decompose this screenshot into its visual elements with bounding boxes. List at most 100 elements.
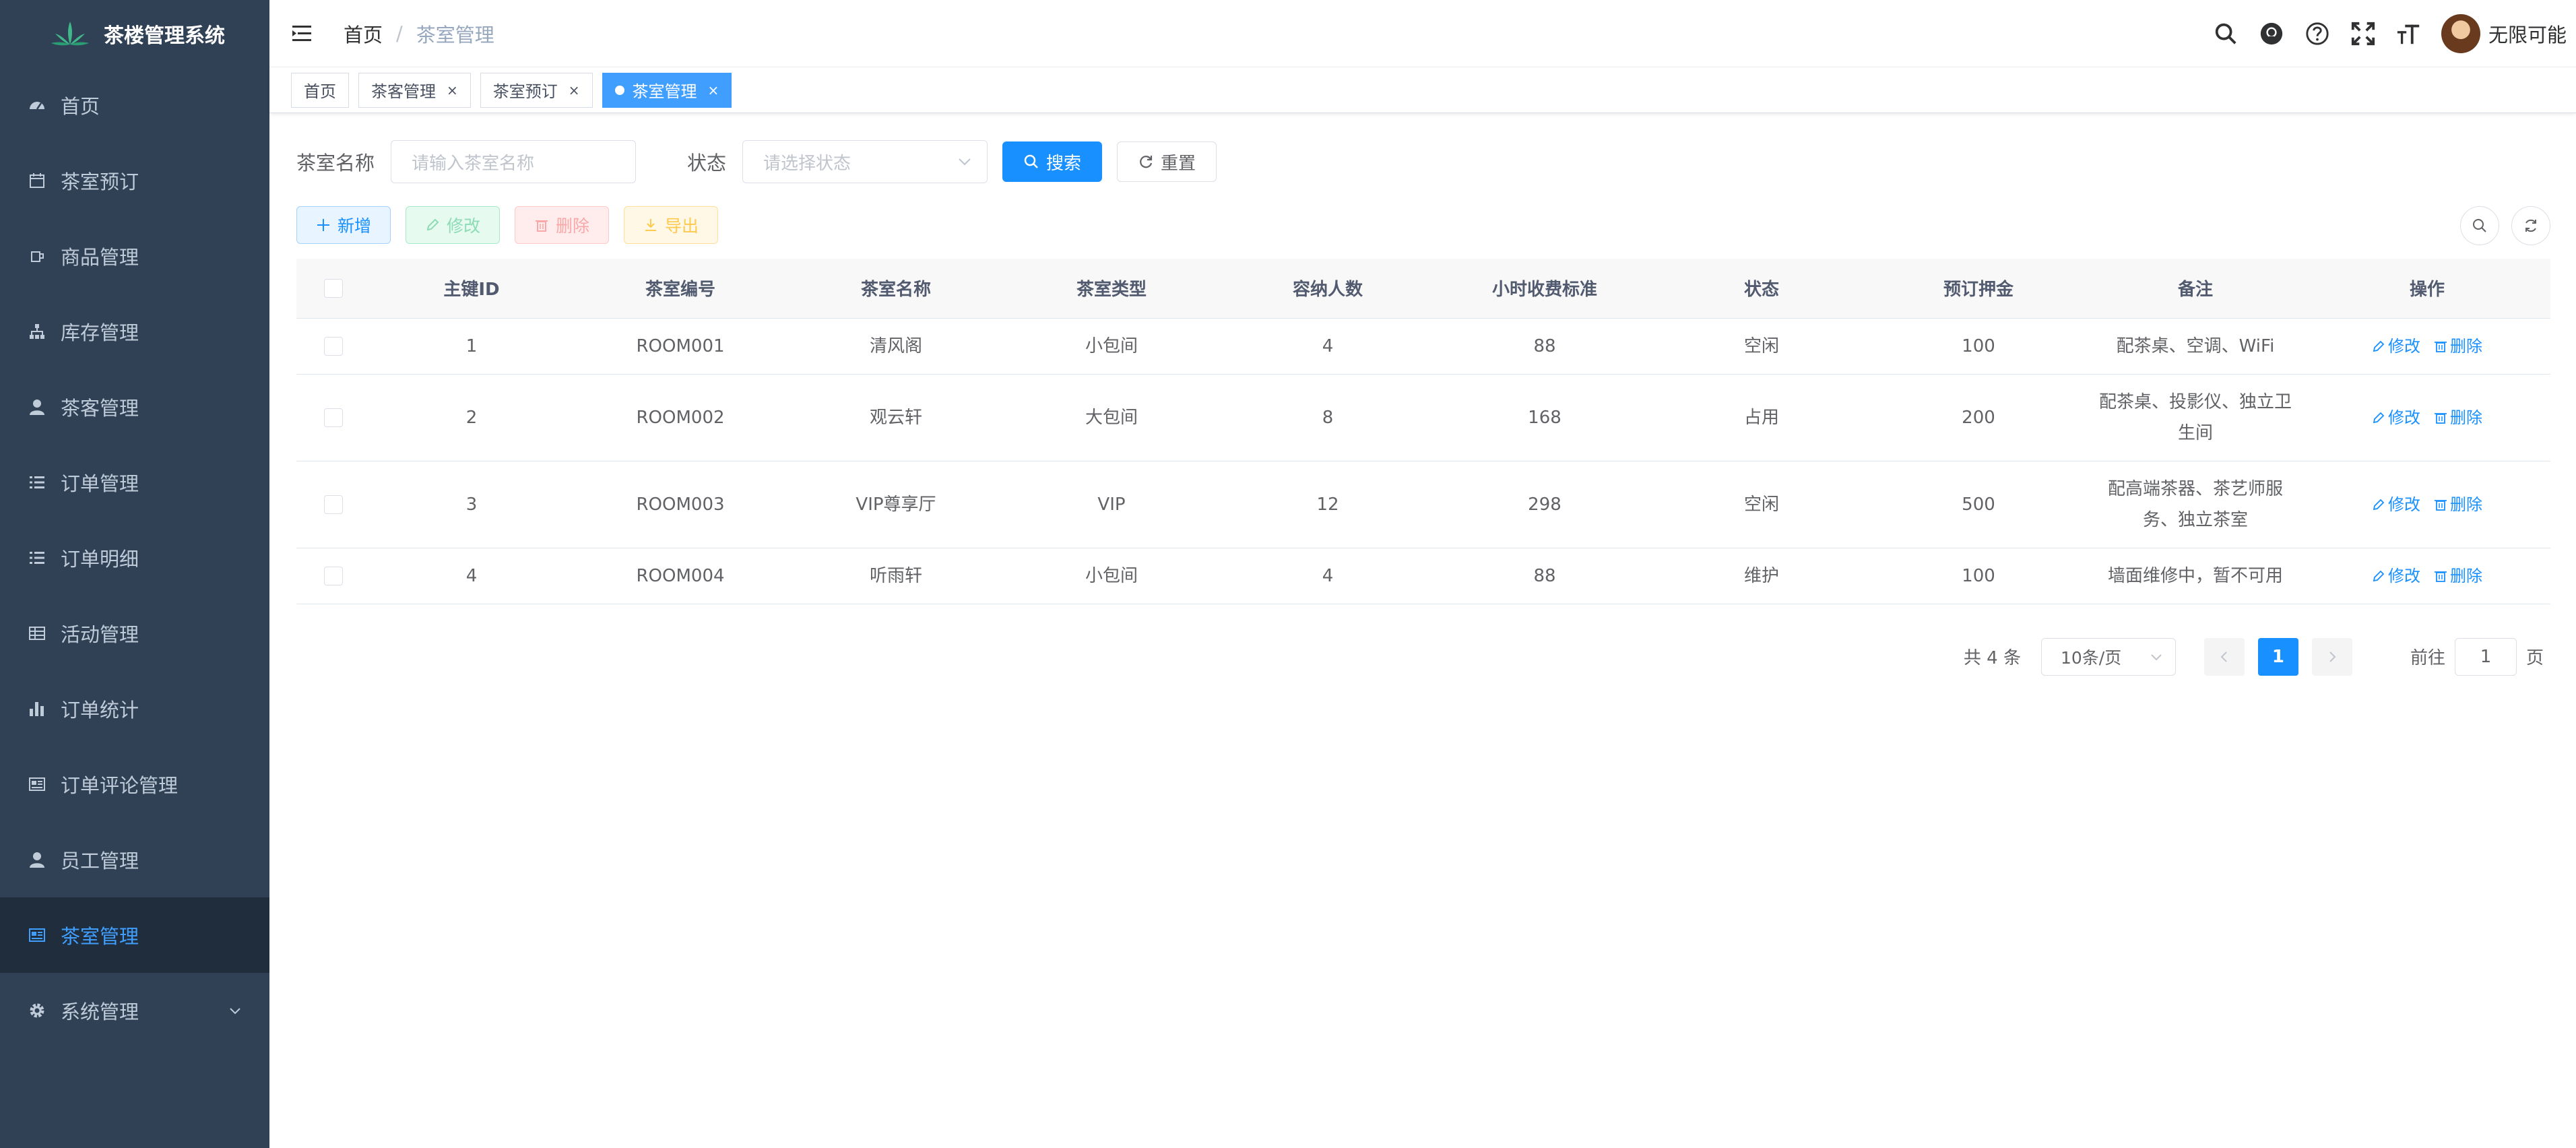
sidebar-item-10[interactable]: 订单评论管理 (0, 746, 269, 822)
question-icon[interactable] (2304, 20, 2331, 47)
row-edit-link[interactable]: 修改 (2372, 337, 2420, 356)
tag-label: 茶室管理 (632, 82, 697, 101)
chevron-left-icon (2220, 651, 2227, 662)
sidebar-item-7[interactable]: 订单明细 (0, 520, 269, 596)
row-delete-link[interactable]: 删除 (2434, 337, 2482, 356)
refresh-button[interactable] (2511, 206, 2550, 245)
row-delete-link[interactable]: 删除 (2434, 495, 2482, 514)
tag-3[interactable]: 茶室预订 × (480, 72, 593, 108)
trash-icon (2435, 412, 2447, 424)
breadcrumb-home[interactable]: 首页 (344, 20, 383, 48)
table-row[interactable]: 2 ROOM002 观云轩 大包间 8 168 占用 200 配茶桌、投影仪、独立卫生间 修改 删除 (296, 374, 2550, 461)
github-icon[interactable] (2258, 20, 2285, 47)
delete-button[interactable]: 删除 (515, 206, 610, 244)
row-checkbox[interactable] (324, 495, 343, 514)
close-icon[interactable]: × (569, 82, 580, 98)
search-form: 茶室名称 请输入茶室名称 状态 请选择状态 搜索 重置 (296, 140, 2550, 183)
table-cell: VIP (1004, 461, 1219, 548)
page-number[interactable]: 1 (2257, 637, 2298, 676)
table-cell: 4 (371, 548, 573, 604)
sidebar-item-5[interactable]: 茶客管理 (0, 369, 269, 445)
select-all-checkbox[interactable] (324, 279, 343, 298)
search-icon[interactable] (2212, 20, 2239, 47)
sidebar-item-3[interactable]: 商品管理 (0, 218, 269, 294)
add-button[interactable]: 新增 (296, 206, 391, 244)
row-edit-link[interactable]: 修改 (2372, 408, 2420, 427)
avatar[interactable] (2441, 14, 2480, 53)
column-header: 主键ID (371, 259, 573, 319)
sidebar-item-6[interactable]: 订单管理 (0, 445, 269, 520)
goods-icon (27, 246, 47, 266)
tag-2[interactable]: 茶客管理 × (358, 72, 471, 108)
table-cell: 1 (371, 318, 573, 375)
pagination-total: 共 4 条 (1963, 648, 2021, 668)
sidebar-item-2[interactable]: 茶室预订 (0, 143, 269, 218)
calendar-icon (27, 170, 47, 191)
table-cell: 小包间 (1004, 318, 1219, 375)
row-checkbox[interactable] (324, 337, 343, 356)
sidebar-item-1[interactable]: 首页 (0, 67, 269, 143)
page-size-select[interactable]: 10条/页 (2040, 637, 2176, 676)
goto-page-input[interactable]: 1 (2454, 637, 2517, 676)
search-button-label: 搜索 (1046, 153, 1082, 174)
row-checkbox[interactable] (324, 567, 343, 585)
column-header: 小时收费标准 (1436, 259, 1653, 319)
sidebar-item-9[interactable]: 订单统计 (0, 671, 269, 746)
row-delete-link[interactable]: 删除 (2434, 567, 2482, 585)
logo[interactable]: 茶楼管理系统 (0, 0, 269, 67)
font-size-icon[interactable] (2395, 20, 2422, 47)
edit-icon (426, 218, 439, 231)
edit-button[interactable]: 修改 (406, 206, 501, 244)
table-row[interactable]: 3 ROOM003 VIP尊享厅 VIP 12 298 空闲 500 配高端茶器、茶艺师服务、独… (296, 461, 2550, 548)
next-page-button[interactable] (2311, 637, 2352, 676)
row-checkbox-cell (296, 318, 371, 375)
hamburger-icon[interactable] (290, 20, 317, 47)
column-header: 茶室类型 (1004, 259, 1219, 319)
sidebar-menu: 首页茶室预订商品管理库存管理 茶客管理 订单管理 订单明细 活动管理 订单统计 订单评论管理… (0, 67, 269, 1048)
list-icon (27, 548, 47, 568)
close-icon[interactable]: × (708, 82, 719, 98)
tag-label: 茶客管理 (371, 82, 436, 101)
sidebar-item-label: 商品管理 (61, 246, 139, 269)
edit-icon (2373, 499, 2385, 510)
form-icon (27, 925, 47, 945)
tag-1[interactable]: 首页 (291, 72, 349, 108)
row-edit-link[interactable]: 修改 (2372, 567, 2420, 585)
room-name-input[interactable]: 请输入茶室名称 (391, 140, 637, 183)
row-checkbox[interactable] (324, 408, 343, 427)
export-button[interactable]: 导出 (624, 206, 719, 244)
sidebar-item-13[interactable]: 系统管理 (0, 973, 269, 1048)
status-select[interactable]: 请选择状态 (742, 140, 988, 183)
remark-text: 配高端茶器、茶艺师服务、独立茶室 (2107, 478, 2283, 530)
sidebar-item-12[interactable]: 茶室管理 (0, 897, 269, 973)
actions-cell: 修改 删除 (2304, 318, 2550, 375)
sidebar-item-4[interactable]: 库存管理 (0, 294, 269, 369)
sidebar-item-8[interactable]: 活动管理 (0, 596, 269, 671)
close-icon[interactable]: × (447, 82, 458, 98)
table-cell: 12 (1219, 461, 1436, 548)
actions-cell: 修改 删除 (2304, 548, 2550, 604)
row-delete-label: 删除 (2450, 566, 2482, 585)
sidebar-item-11[interactable]: 员工管理 (0, 822, 269, 897)
navbar: 首页 / 茶室管理 无限可能 (269, 0, 2576, 67)
reset-button-label: 重置 (1161, 153, 1196, 174)
row-edit-link[interactable]: 修改 (2372, 495, 2420, 514)
sidebar-item-label: 茶室预订 (61, 170, 139, 193)
username[interactable]: 无限可能 (2488, 20, 2567, 48)
user-icon (27, 397, 47, 417)
table-cell: 配高端茶器、茶艺师服务、独立茶室 (2087, 461, 2304, 548)
goto-label: 前往 (2410, 648, 2445, 668)
reset-button[interactable]: 重置 (1117, 141, 1217, 182)
row-checkbox-cell (296, 548, 371, 604)
tag-4[interactable]: 茶室管理 × (602, 72, 732, 108)
row-delete-link[interactable]: 删除 (2434, 408, 2482, 427)
search-button[interactable]: 搜索 (1002, 141, 1103, 182)
edit-icon (2373, 570, 2385, 581)
toggle-search-button[interactable] (2460, 206, 2499, 245)
table-cell: 4 (1219, 548, 1436, 604)
trash-icon (536, 220, 548, 232)
table-row[interactable]: 1 ROOM001 清风阁 小包间 4 88 空闲 100 配茶桌、空调、WiFi 修改 删除 (296, 318, 2550, 375)
table-row[interactable]: 4 ROOM004 听雨轩 小包间 4 88 维护 100 墙面维修中，暂不可用 修改 删除 (296, 548, 2550, 604)
prev-page-button[interactable] (2203, 637, 2245, 676)
fullscreen-icon[interactable] (2350, 20, 2377, 47)
